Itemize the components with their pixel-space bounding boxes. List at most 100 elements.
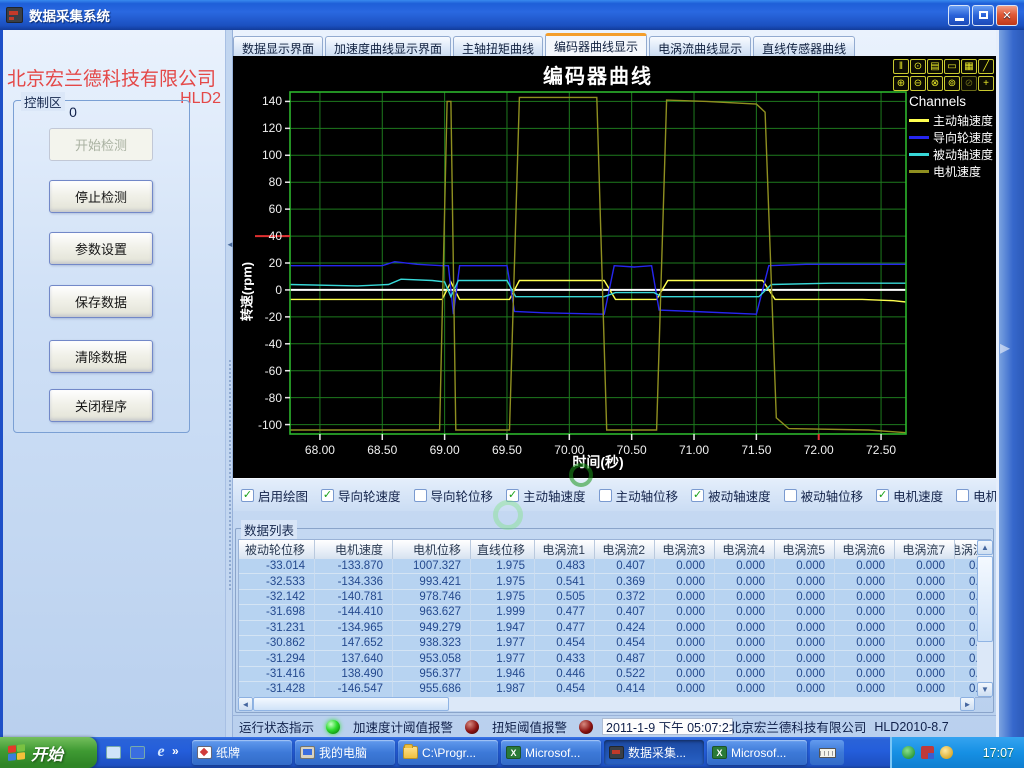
scroll-up-icon[interactable]: ▲ [977, 540, 993, 555]
taskbar-button-4[interactable]: 数据采集... [604, 740, 704, 765]
plot-option-3-checkbox[interactable]: ✓ [506, 489, 519, 502]
plot-option-0-checkbox[interactable]: ✓ [241, 489, 254, 502]
tools-icon[interactable]: ╱ [978, 59, 994, 74]
zoom-reset-icon[interactable]: ⊚ [944, 76, 960, 91]
table-column-header[interactable]: 电涡流7 [895, 540, 955, 559]
quicklaunch-overflow-icon[interactable]: » [172, 744, 179, 758]
scroll-right-icon[interactable]: ► [960, 697, 975, 711]
table-column-header[interactable]: 被动轮位移 [239, 540, 315, 559]
table-row[interactable]: -32.142-140.781978.7461.9750.5050.3720.0… [239, 590, 990, 605]
save-icon[interactable]: ▦ [961, 59, 977, 74]
table-cell: 0.000 [655, 636, 715, 651]
zoom-off-icon[interactable]: ⊘ [961, 76, 977, 91]
table-cell: 137.640 [315, 651, 393, 666]
plot-option-1-checkbox[interactable]: ✓ [321, 489, 334, 502]
quicklaunch-ie-icon[interactable]: e [152, 742, 170, 762]
tab-3[interactable]: 编码器曲线显示 [545, 33, 647, 56]
param-settings-button[interactable]: 参数设置 [49, 232, 153, 265]
status-version: HLD2010-8.7 [874, 720, 948, 734]
table-cell: 0.000 [655, 559, 715, 574]
plot-option-2-checkbox[interactable] [414, 489, 427, 502]
table-horizontal-scrollbar[interactable]: ◄ ► [238, 697, 975, 711]
tray-volume-icon[interactable] [940, 746, 953, 759]
tab-5[interactable]: 直线传感器曲线 [753, 36, 855, 56]
panel-splitter[interactable]: ◄ [225, 30, 233, 737]
copy-icon[interactable]: ▤ [927, 59, 943, 74]
table-cell: 0.477 [535, 621, 595, 636]
scroll-left-icon[interactable]: ◄ [238, 697, 253, 711]
table-row[interactable]: -31.416138.490956.3771.9460.4460.5220.00… [239, 667, 990, 682]
table-column-header[interactable]: 电涡流2 [595, 540, 655, 559]
plot-option-7-checkbox[interactable]: ✓ [876, 489, 889, 502]
table-cell: 955.686 [393, 682, 471, 697]
plot-option-6-checkbox[interactable] [784, 489, 797, 502]
table-cell: -31.294 [239, 651, 315, 666]
expand-panel-icon[interactable]: ▸ [1000, 335, 1010, 360]
tab-4[interactable]: 电涡流曲线显示 [649, 36, 751, 56]
start-button[interactable]: 开始 [0, 737, 97, 768]
vertical-scroll-thumb[interactable] [977, 556, 993, 642]
close-button[interactable]: ✕ [996, 5, 1018, 26]
data-table: 被动轮位移电机速度电机位移直线位移电涡流1电涡流2电涡流3电涡流4电涡流5电涡流… [238, 539, 991, 698]
scroll-down-icon[interactable]: ▼ [977, 682, 993, 697]
tray-antivirus-icon[interactable] [902, 746, 915, 759]
table-vertical-scrollbar[interactable]: ▲ ▼ [977, 540, 993, 697]
input-method-button[interactable] [810, 740, 844, 765]
taskbar-button-0[interactable]: 纸牌 [192, 740, 292, 765]
chart-title: 编码器曲线 [290, 60, 906, 89]
table-column-header[interactable]: 电涡流4 [715, 540, 775, 559]
encoder-chart-plot[interactable] [233, 56, 996, 478]
minimize-button[interactable] [948, 5, 970, 26]
table-row[interactable]: -31.294137.640953.0581.9770.4330.4870.00… [239, 651, 990, 666]
tab-1[interactable]: 加速度曲线显示界面 [325, 36, 451, 56]
tab-2[interactable]: 主轴扭矩曲线 [453, 36, 543, 56]
taskbar-button-5[interactable]: XMicrosof... [707, 740, 807, 765]
plot-option-1: ✓导向轮速度 [321, 486, 401, 505]
table-row[interactable]: -32.533-134.336993.4211.9750.5410.3690.0… [239, 574, 990, 589]
horizontal-scroll-thumb[interactable] [253, 697, 449, 711]
plot-option-4-checkbox[interactable] [599, 489, 612, 502]
table-cell: 0.446 [535, 667, 595, 682]
table-column-header[interactable]: 电涡流1 [535, 540, 595, 559]
table-row[interactable]: -31.698-144.410963.6271.9990.4770.4070.0… [239, 605, 990, 620]
table-cell: 0.000 [715, 574, 775, 589]
close-program-button[interactable]: 关闭程序 [49, 389, 153, 422]
sample-counter: 0 [53, 104, 93, 120]
quicklaunch-show-desktop-icon[interactable] [104, 742, 122, 762]
maximize-button[interactable] [972, 5, 994, 26]
table-column-header[interactable]: 电涡流5 [775, 540, 835, 559]
stop-detect-button[interactable]: 停止检测 [49, 180, 153, 213]
save-data-button[interactable]: 保存数据 [49, 285, 153, 318]
taskbar-button-1[interactable]: 我的电脑 [295, 740, 395, 765]
table-cell: 1.977 [471, 636, 535, 651]
table-column-header[interactable]: 电机位移 [393, 540, 471, 559]
table-row[interactable]: -30.862147.652938.3231.9770.4540.4540.00… [239, 636, 990, 651]
taskbar-button-2[interactable]: C:\Progr... [398, 740, 498, 765]
clear-data-button[interactable]: 清除数据 [49, 340, 153, 373]
taskbar-button-3[interactable]: XMicrosof... [501, 740, 601, 765]
zoom-x-icon[interactable]: ⊗ [927, 76, 943, 91]
table-row[interactable]: -31.428-146.547955.6861.9870.4540.4140.0… [239, 682, 990, 697]
table-row[interactable]: -33.014-133.8701007.3271.9750.4830.4070.… [239, 559, 990, 574]
zoom-in-icon[interactable]: ⊕ [893, 76, 909, 91]
tray-network-icon[interactable] [921, 746, 934, 759]
tab-0[interactable]: 数据显示界面 [233, 36, 323, 56]
desktop-screen: 数据采集系统 ✕ 北京宏兰德科技有限公司 HLD2 控制区 0 开始检测停止检测… [0, 0, 1024, 768]
pan-icon[interactable]: + [978, 76, 994, 91]
table-row[interactable]: -31.231-134.965949.2791.9470.4770.4240.0… [239, 621, 990, 636]
plot-option-5-checkbox[interactable]: ✓ [691, 489, 704, 502]
zoom-window-icon[interactable]: ⊙ [910, 59, 926, 74]
table-column-header[interactable]: 电涡流3 [655, 540, 715, 559]
zoom-out-icon[interactable]: ⊖ [910, 76, 926, 91]
table-column-header[interactable]: 电机速度 [315, 540, 393, 559]
table-cell: 0.487 [595, 651, 655, 666]
x-tick-label: 72.00 [796, 443, 842, 457]
table-column-header[interactable]: 直线位移 [471, 540, 535, 559]
table-column-header[interactable]: 电涡流6 [835, 540, 895, 559]
print-icon[interactable]: ▭ [944, 59, 960, 74]
chart-toolbar: ‖⊙▤▭▦╱ ⊕⊖⊗⊚⊘+ [888, 59, 994, 93]
table-cell: 0.000 [655, 590, 715, 605]
plot-option-8-checkbox[interactable] [956, 489, 969, 502]
quicklaunch-media-icon[interactable] [128, 742, 146, 762]
pause-icon[interactable]: ‖ [893, 59, 909, 74]
